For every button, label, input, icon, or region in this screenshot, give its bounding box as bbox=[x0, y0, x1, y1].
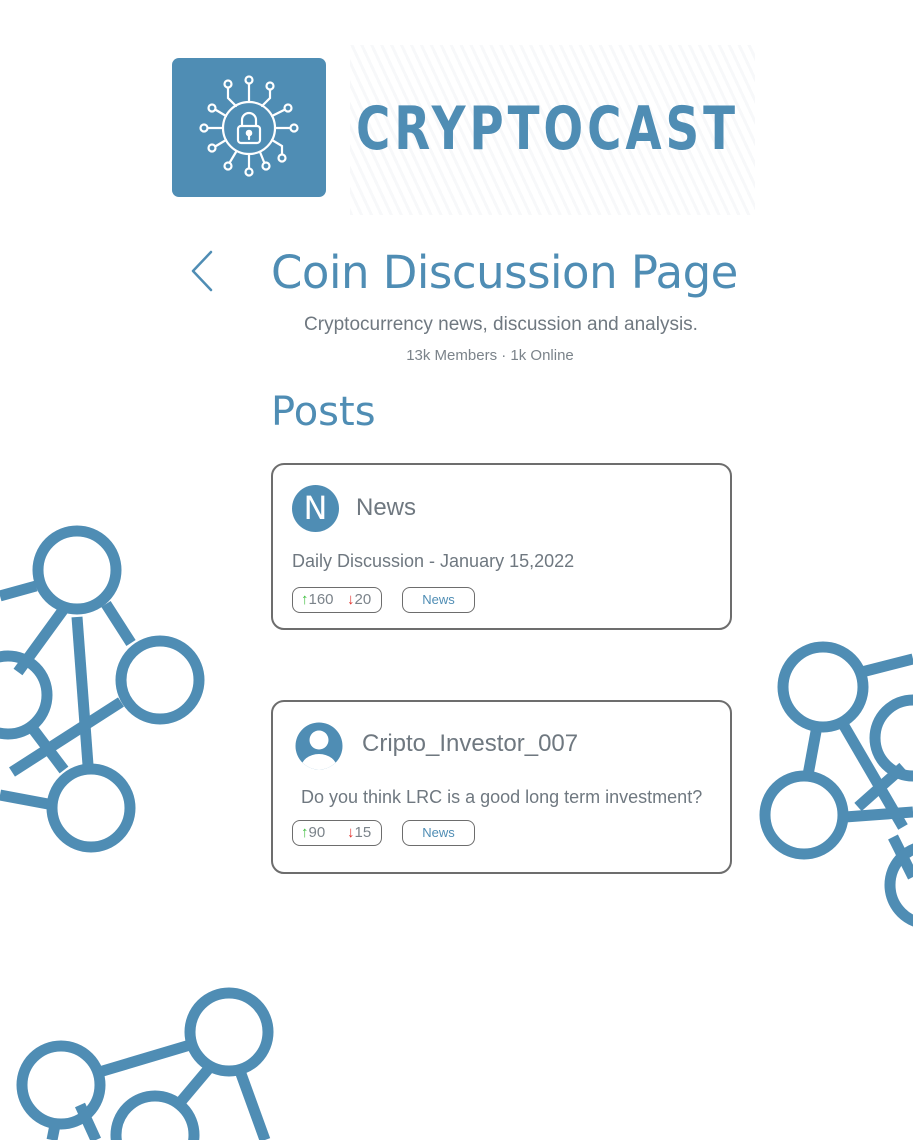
arrow-down-icon: ↓ bbox=[347, 824, 355, 841]
padlock-circuit-icon bbox=[199, 75, 299, 177]
posts-heading: Posts bbox=[271, 389, 376, 435]
arrow-up-icon: ↑ bbox=[301, 824, 309, 841]
downvote-button[interactable]: ↓20 bbox=[347, 588, 371, 612]
post-title[interactable]: Daily Discussion - January 15,2022 bbox=[292, 549, 574, 573]
post-author[interactable]: News bbox=[356, 493, 416, 523]
post-card[interactable]: Cripto_Investor_007 Do you think LRC is … bbox=[271, 700, 732, 874]
post-tag[interactable]: News bbox=[402, 820, 475, 846]
downvote-count: 20 bbox=[354, 591, 372, 608]
brand-logo: CRYPTOCAST bbox=[160, 45, 755, 215]
avatar: N bbox=[292, 485, 339, 532]
brand-name: CRYPTOCAST bbox=[356, 94, 739, 164]
vote-box: ↑90 ↓15 bbox=[292, 820, 382, 846]
upvote-count: 160 bbox=[308, 591, 334, 608]
upvote-button[interactable]: ↑90 bbox=[301, 821, 325, 845]
downvote-button[interactable]: ↓15 bbox=[347, 821, 371, 845]
post-card[interactable]: N News Daily Discussion - January 15,202… bbox=[271, 463, 732, 630]
network-decoration-left-icon bbox=[0, 510, 215, 860]
chevron-left-icon bbox=[191, 250, 213, 292]
downvote-count: 15 bbox=[354, 824, 372, 841]
logo-tile bbox=[172, 58, 326, 197]
post-title[interactable]: Do you think LRC is a good long term inv… bbox=[301, 785, 702, 809]
upvote-count: 90 bbox=[308, 824, 326, 841]
page-title: Coin Discussion Page bbox=[271, 246, 738, 299]
network-decoration-right-icon bbox=[753, 637, 913, 937]
back-button[interactable] bbox=[185, 248, 221, 294]
vote-box: ↑160 ↓20 bbox=[292, 587, 382, 613]
post-author[interactable]: Cripto_Investor_007 bbox=[362, 729, 578, 759]
user-icon bbox=[295, 722, 343, 770]
arrow-down-icon: ↓ bbox=[347, 591, 355, 608]
network-decoration-bottom-icon bbox=[0, 975, 290, 1140]
post-tag[interactable]: News bbox=[402, 587, 475, 613]
community-stats: 13k Members · 1k Online bbox=[406, 347, 574, 364]
upvote-button[interactable]: ↑160 bbox=[301, 588, 334, 612]
arrow-up-icon: ↑ bbox=[301, 591, 309, 608]
page-subtitle: Cryptocurrency news, discussion and anal… bbox=[304, 314, 698, 335]
